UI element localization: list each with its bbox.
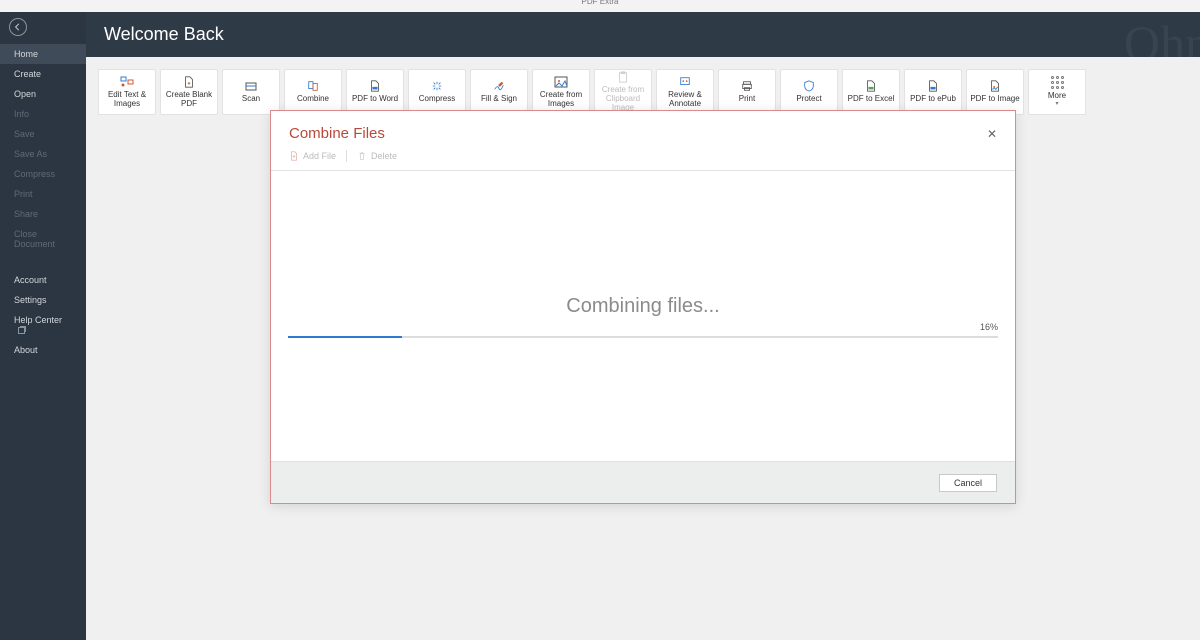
progress-fill <box>288 336 402 338</box>
add-file-button[interactable]: Add File <box>289 151 336 161</box>
sidebar-item-close-document: Close Document <box>0 224 86 254</box>
sidebar-item-about[interactable]: About <box>0 340 86 360</box>
sidebar-item-share: Share <box>0 204 86 224</box>
app-title: PDF Extra <box>582 0 619 6</box>
delete-icon <box>357 151 367 161</box>
status-text: Combining files... <box>566 295 719 318</box>
sidebar-item-compress: Compress <box>0 164 86 184</box>
modal-overlay: Combine Files ✕ Add File <box>86 12 1200 640</box>
dialog-toolbar: Add File Delete <box>271 148 1015 171</box>
sidebar-top: HomeCreateOpenInfoSaveSave AsCompressPri… <box>0 44 86 254</box>
sidebar-item-open[interactable]: Open <box>0 84 86 104</box>
delete-button[interactable]: Delete <box>357 151 397 161</box>
sidebar-item-account[interactable]: Account <box>0 270 86 290</box>
sidebar-item-print: Print <box>0 184 86 204</box>
dialog-title: Combine Files <box>289 125 385 142</box>
sidebar-item-settings[interactable]: Settings <box>0 290 86 310</box>
toolbar-separator <box>346 150 347 162</box>
arrow-left-icon <box>14 23 22 31</box>
cancel-label: Cancel <box>954 478 982 488</box>
sidebar-item-save-as: Save As <box>0 144 86 164</box>
progress-percent: 16% <box>980 322 998 332</box>
sidebar-item-create[interactable]: Create <box>0 64 86 84</box>
sidebar-item-save: Save <box>0 124 86 144</box>
sidebar-item-info: Info <box>0 104 86 124</box>
cancel-button[interactable]: Cancel <box>939 474 997 492</box>
back-button[interactable] <box>9 18 27 36</box>
add-file-label: Add File <box>303 151 336 161</box>
title-bar: PDF Extra <box>0 0 1200 12</box>
main-area: Welcome Back Qhn Edit Text & ImagesCreat… <box>86 12 1200 640</box>
sidebar-item-home[interactable]: Home <box>0 44 86 64</box>
close-button[interactable]: ✕ <box>985 127 999 141</box>
add-file-icon <box>289 151 299 161</box>
external-link-icon <box>18 327 25 334</box>
delete-label: Delete <box>371 151 397 161</box>
sidebar-item-help-center[interactable]: Help Center <box>0 310 86 340</box>
sidebar-bottom: AccountSettingsHelp CenterAbout <box>0 270 86 360</box>
sidebar: HomeCreateOpenInfoSaveSave AsCompressPri… <box>0 12 86 640</box>
combine-files-dialog: Combine Files ✕ Add File <box>270 110 1016 504</box>
progress-bar: 16% <box>288 336 998 338</box>
